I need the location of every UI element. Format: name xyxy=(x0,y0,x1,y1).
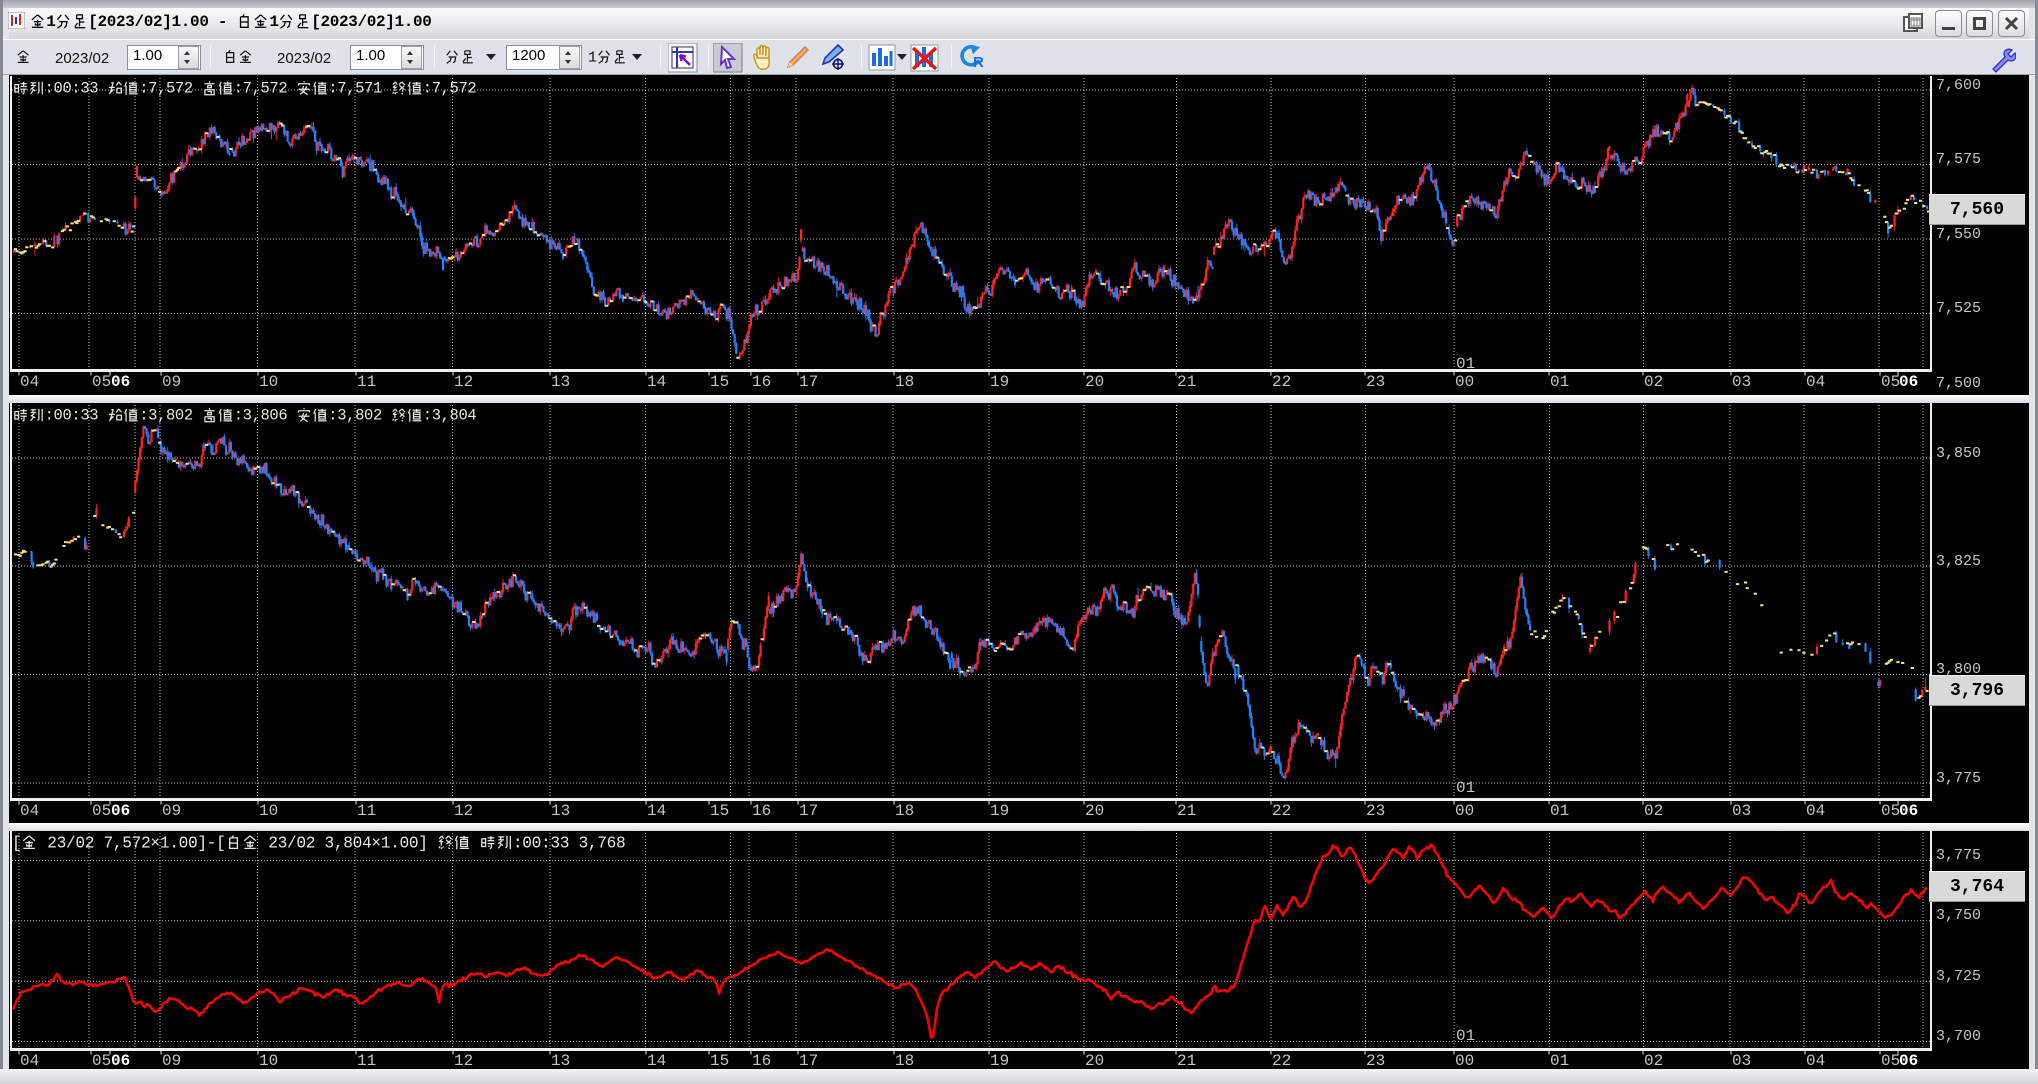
svg-text:23/02 7,572×1.00]-[: 23/02 7,572×1.00]-[ xyxy=(38,834,226,852)
svg-text::3,802: :3,802 xyxy=(139,407,202,425)
svg-text::7,572: :7,572 xyxy=(234,80,297,98)
svg-text::7,571: :7,571 xyxy=(328,80,391,98)
svg-text:23/02 3,804×1.00]: 23/02 3,804×1.00] xyxy=(259,834,438,852)
svg-text::3,804: :3,804 xyxy=(423,407,477,425)
svg-text::7,572: :7,572 xyxy=(139,80,202,98)
svg-text:01: 01 xyxy=(1456,1027,1475,1045)
svg-text:01: 01 xyxy=(1456,779,1475,797)
svg-text:[: [ xyxy=(12,834,22,852)
svg-text::3,802: :3,802 xyxy=(328,407,391,425)
svg-text::00:33: :00:33 xyxy=(45,407,108,425)
svg-text::7,572: :7,572 xyxy=(423,80,477,98)
svg-text::3,806: :3,806 xyxy=(234,407,297,425)
svg-text::00:33 3,768: :00:33 3,768 xyxy=(513,834,626,852)
svg-text:01: 01 xyxy=(1456,355,1475,373)
svg-text::00:33: :00:33 xyxy=(45,80,108,98)
